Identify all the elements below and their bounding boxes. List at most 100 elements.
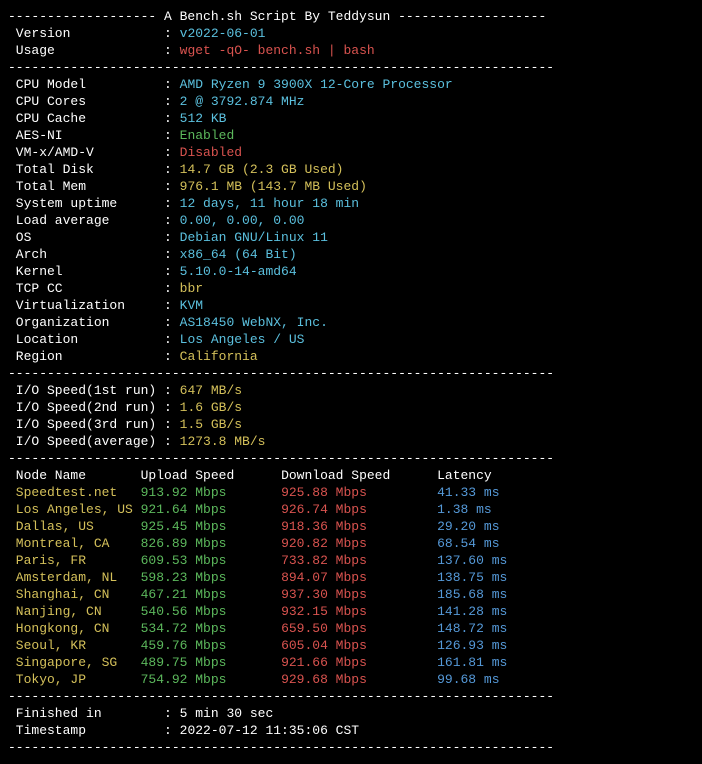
latency: 29.20 ms bbox=[437, 519, 499, 534]
upload-speed: 534.72 Mbps bbox=[141, 621, 281, 636]
col-latency: Latency bbox=[437, 468, 492, 483]
finished-row: Finished in : 5 min 30 sec bbox=[8, 706, 273, 721]
download-speed: 925.88 Mbps bbox=[281, 485, 437, 500]
latency: 137.60 ms bbox=[437, 553, 507, 568]
upload-speed: 467.21 Mbps bbox=[141, 587, 281, 602]
sys-row: OS : Debian GNU/Linux 11 bbox=[8, 230, 328, 245]
node-name: Hongkong, CN bbox=[8, 621, 141, 636]
sys-value: 976.1 MB (143.7 MB Used) bbox=[180, 179, 367, 194]
sys-row: Load average : 0.00, 0.00, 0.00 bbox=[8, 213, 304, 228]
upload-speed: 913.92 Mbps bbox=[141, 485, 281, 500]
io-value: 1.5 GB/s bbox=[180, 417, 242, 432]
node-name: Paris, FR bbox=[8, 553, 141, 568]
download-speed: 918.36 Mbps bbox=[281, 519, 437, 534]
speedtest-row: Dallas, US 925.45 Mbps 918.36 Mbps 29.20… bbox=[8, 519, 500, 534]
download-speed: 926.74 Mbps bbox=[281, 502, 437, 517]
io-label: I/O Speed(average) : bbox=[8, 434, 180, 449]
sys-row: CPU Cache : 512 KB bbox=[8, 111, 226, 126]
sys-label: Load average : bbox=[8, 213, 180, 228]
upload-speed: 459.76 Mbps bbox=[141, 638, 281, 653]
latency: 185.68 ms bbox=[437, 587, 507, 602]
sys-label: Location : bbox=[8, 332, 180, 347]
sys-label: Kernel : bbox=[8, 264, 180, 279]
io-value: 1273.8 MB/s bbox=[180, 434, 266, 449]
sys-row: Total Mem : 976.1 MB (143.7 MB Used) bbox=[8, 179, 367, 194]
speedtest-row: Tokyo, JP 754.92 Mbps 929.68 Mbps 99.68 … bbox=[8, 672, 500, 687]
sys-row: Total Disk : 14.7 GB (2.3 GB Used) bbox=[8, 162, 343, 177]
sys-row: VM-x/AMD-V : Disabled bbox=[8, 145, 242, 160]
download-speed: 932.15 Mbps bbox=[281, 604, 437, 619]
header-divider: ------------------- A Bench.sh Script By… bbox=[8, 9, 546, 24]
io-label: I/O Speed(1st run) : bbox=[8, 383, 180, 398]
usage-label: Usage : bbox=[8, 43, 180, 58]
speedtest-row: Los Angeles, US 921.64 Mbps 926.74 Mbps … bbox=[8, 502, 492, 517]
sys-value: Debian GNU/Linux 11 bbox=[180, 230, 328, 245]
upload-speed: 540.56 Mbps bbox=[141, 604, 281, 619]
usage-value: wget -qO- bench.sh | bash bbox=[180, 43, 375, 58]
sys-label: OS : bbox=[8, 230, 180, 245]
sys-row: Kernel : 5.10.0-14-amd64 bbox=[8, 264, 297, 279]
sys-value: Los Angeles / US bbox=[180, 332, 305, 347]
sys-label: CPU Cores : bbox=[8, 94, 180, 109]
speedtest-row: Nanjing, CN 540.56 Mbps 932.15 Mbps 141.… bbox=[8, 604, 507, 619]
sys-value: 14.7 GB (2.3 GB Used) bbox=[180, 162, 344, 177]
node-name: Speedtest.net bbox=[8, 485, 141, 500]
sys-row: Location : Los Angeles / US bbox=[8, 332, 304, 347]
sys-row: Arch : x86_64 (64 Bit) bbox=[8, 247, 297, 262]
io-row: I/O Speed(2nd run) : 1.6 GB/s bbox=[8, 400, 242, 415]
sys-value: x86_64 (64 Bit) bbox=[180, 247, 297, 262]
sys-row: CPU Model : AMD Ryzen 9 3900X 12-Core Pr… bbox=[8, 77, 453, 92]
sys-value: Enabled bbox=[180, 128, 235, 143]
divider: ----------------------------------------… bbox=[8, 740, 554, 755]
sys-value: 5.10.0-14-amd64 bbox=[180, 264, 297, 279]
speedtest-row: Montreal, CA 826.89 Mbps 920.82 Mbps 68.… bbox=[8, 536, 500, 551]
speedtest-row: Shanghai, CN 467.21 Mbps 937.30 Mbps 185… bbox=[8, 587, 507, 602]
node-name: Tokyo, JP bbox=[8, 672, 141, 687]
sys-label: VM-x/AMD-V : bbox=[8, 145, 180, 160]
divider: ----------------------------------------… bbox=[8, 689, 554, 704]
latency: 138.75 ms bbox=[437, 570, 507, 585]
latency: 161.81 ms bbox=[437, 655, 507, 670]
download-speed: 894.07 Mbps bbox=[281, 570, 437, 585]
upload-speed: 925.45 Mbps bbox=[141, 519, 281, 534]
latency: 68.54 ms bbox=[437, 536, 499, 551]
download-speed: 921.66 Mbps bbox=[281, 655, 437, 670]
node-name: Singapore, SG bbox=[8, 655, 141, 670]
sys-label: Total Disk : bbox=[8, 162, 180, 177]
download-speed: 929.68 Mbps bbox=[281, 672, 437, 687]
io-row: I/O Speed(1st run) : 647 MB/s bbox=[8, 383, 242, 398]
upload-speed: 489.75 Mbps bbox=[141, 655, 281, 670]
download-speed: 733.82 Mbps bbox=[281, 553, 437, 568]
sys-value: Disabled bbox=[180, 145, 242, 160]
latency: 126.93 ms bbox=[437, 638, 507, 653]
sys-label: CPU Cache : bbox=[8, 111, 180, 126]
sys-label: Organization : bbox=[8, 315, 180, 330]
sys-label: Arch : bbox=[8, 247, 180, 262]
divider: ----------------------------------------… bbox=[8, 60, 554, 75]
sys-value: California bbox=[180, 349, 258, 364]
latency: 1.38 ms bbox=[437, 502, 492, 517]
latency: 141.28 ms bbox=[437, 604, 507, 619]
download-speed: 937.30 Mbps bbox=[281, 587, 437, 602]
version-value: v2022-06-01 bbox=[180, 26, 266, 41]
sys-value: AS18450 WebNX, Inc. bbox=[180, 315, 328, 330]
io-value: 1.6 GB/s bbox=[180, 400, 242, 415]
usage-row: Usage : wget -qO- bench.sh | bash bbox=[8, 43, 375, 58]
sys-label: Virtualization : bbox=[8, 298, 180, 313]
speedtest-row: Hongkong, CN 534.72 Mbps 659.50 Mbps 148… bbox=[8, 621, 507, 636]
sys-value: bbr bbox=[180, 281, 203, 296]
timestamp-row: Timestamp : 2022-07-12 11:35:06 CST bbox=[8, 723, 359, 738]
version-label: Version : bbox=[8, 26, 180, 41]
io-value: 647 MB/s bbox=[180, 383, 242, 398]
node-name: Amsterdam, NL bbox=[8, 570, 141, 585]
version-row: Version : v2022-06-01 bbox=[8, 26, 265, 41]
sys-value: 12 days, 11 hour 18 min bbox=[180, 196, 359, 211]
col-upload: Upload Speed bbox=[141, 468, 281, 483]
node-name: Dallas, US bbox=[8, 519, 141, 534]
timestamp-label: Timestamp : bbox=[8, 723, 180, 738]
sys-label: System uptime : bbox=[8, 196, 180, 211]
speedtest-row: Singapore, SG 489.75 Mbps 921.66 Mbps 16… bbox=[8, 655, 507, 670]
sys-value: 512 KB bbox=[180, 111, 227, 126]
sys-label: AES-NI : bbox=[8, 128, 180, 143]
io-label: I/O Speed(2nd run) : bbox=[8, 400, 180, 415]
